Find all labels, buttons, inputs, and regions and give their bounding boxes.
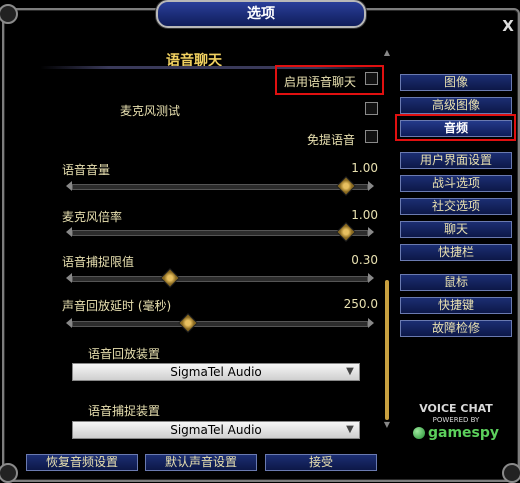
slider-thumb[interactable]: [336, 222, 356, 242]
voice-volume-value: 1.00: [351, 161, 378, 175]
playback-device-label: 语音回放装置: [88, 347, 161, 361]
scrollbar-thumb[interactable]: [385, 280, 389, 420]
mic-multiplier-slider[interactable]: [66, 222, 378, 242]
nav-chat[interactable]: 聊天: [400, 221, 512, 238]
chevron-down-icon[interactable]: ▼: [344, 424, 356, 436]
scroll-up-icon[interactable]: ▲: [383, 48, 391, 58]
nav-mouse[interactable]: 鼠标: [400, 274, 512, 291]
capture-threshold-slider[interactable]: [66, 268, 378, 288]
slider-right-arrow-icon[interactable]: [368, 318, 374, 328]
slider-track[interactable]: [72, 321, 368, 327]
accept-button[interactable]: 接受: [265, 454, 377, 471]
slider-right-arrow-icon[interactable]: [368, 273, 374, 283]
slider-thumb[interactable]: [178, 313, 198, 333]
voice-chat-logo: VOICE CHAT POWERED BY gamespy: [406, 402, 506, 444]
gamespy-ball-icon: [412, 427, 425, 439]
panel-scrollbar[interactable]: ▲ ▼: [383, 48, 391, 430]
window-title: 选项: [156, 0, 366, 28]
slider-track[interactable]: [72, 276, 368, 282]
logo-brand: gamespy: [427, 425, 500, 441]
slider-thumb[interactable]: [336, 176, 356, 196]
logo-title: VOICE CHAT: [419, 402, 493, 415]
slider-right-arrow-icon[interactable]: [368, 181, 374, 191]
capture-threshold-label: 语音捕捉限值: [62, 255, 135, 269]
gamespy-brand: gamespy: [406, 425, 506, 441]
nav-advanced-graphics[interactable]: 高级图像: [400, 97, 512, 114]
capture-device-select[interactable]: SigmaTel Audio ▼: [72, 421, 360, 439]
close-icon[interactable]: X: [500, 18, 516, 34]
playback-delay-slider[interactable]: [66, 313, 378, 333]
mic-multiplier-label: 麦克风倍率: [62, 210, 123, 224]
default-sound-button[interactable]: 默认声音设置: [145, 454, 257, 471]
logo-subtitle: POWERED BY: [432, 416, 480, 424]
hands-free-checkbox[interactable]: [365, 130, 378, 143]
corner-ornament-bottom-right: [502, 463, 520, 483]
capture-threshold-value: 0.30: [351, 253, 378, 267]
playback-delay-label: 声音回放延时 (毫秒): [62, 299, 172, 313]
mic-multiplier-value: 1.00: [351, 208, 378, 222]
slider-track[interactable]: [72, 230, 368, 236]
nav-ui-settings[interactable]: 用户界面设置: [400, 152, 512, 169]
highlight-enable-voice-chat: [275, 65, 384, 95]
nav-hotbar[interactable]: 快捷栏: [400, 244, 512, 261]
mic-test-checkbox[interactable]: [365, 102, 378, 115]
playback-device-value: SigmaTel Audio: [170, 365, 262, 379]
slider-track[interactable]: [72, 184, 368, 190]
options-window: 选项 X 语音聊天 启用语音聊天 麦克风测试 免提语音 语音音量 1.00 麦克…: [0, 0, 520, 483]
nav-keybindings[interactable]: 快捷键: [400, 297, 512, 314]
capture-device-label: 语音捕捉装置: [88, 404, 161, 418]
slider-thumb[interactable]: [160, 268, 180, 288]
playback-delay-value: 250.0: [343, 297, 378, 311]
slider-right-arrow-icon[interactable]: [368, 227, 374, 237]
nav-troubleshooting[interactable]: 故障检修: [400, 320, 512, 337]
hands-free-label: 免提语音: [307, 133, 356, 147]
nav-social-options[interactable]: 社交选项: [400, 198, 512, 215]
nav-combat-options[interactable]: 战斗选项: [400, 175, 512, 192]
scroll-down-icon[interactable]: ▼: [383, 420, 391, 430]
chevron-down-icon[interactable]: ▼: [344, 366, 356, 378]
nav-graphics[interactable]: 图像: [400, 74, 512, 91]
capture-device-value: SigmaTel Audio: [170, 423, 262, 437]
restore-audio-button[interactable]: 恢复音频设置: [26, 454, 138, 471]
mic-test-label: 麦克风测试: [120, 104, 181, 118]
voice-volume-slider[interactable]: [66, 176, 378, 196]
voice-volume-label: 语音音量: [62, 163, 111, 177]
playback-device-select[interactable]: SigmaTel Audio ▼: [72, 363, 360, 381]
highlight-nav-audio: [395, 114, 516, 141]
